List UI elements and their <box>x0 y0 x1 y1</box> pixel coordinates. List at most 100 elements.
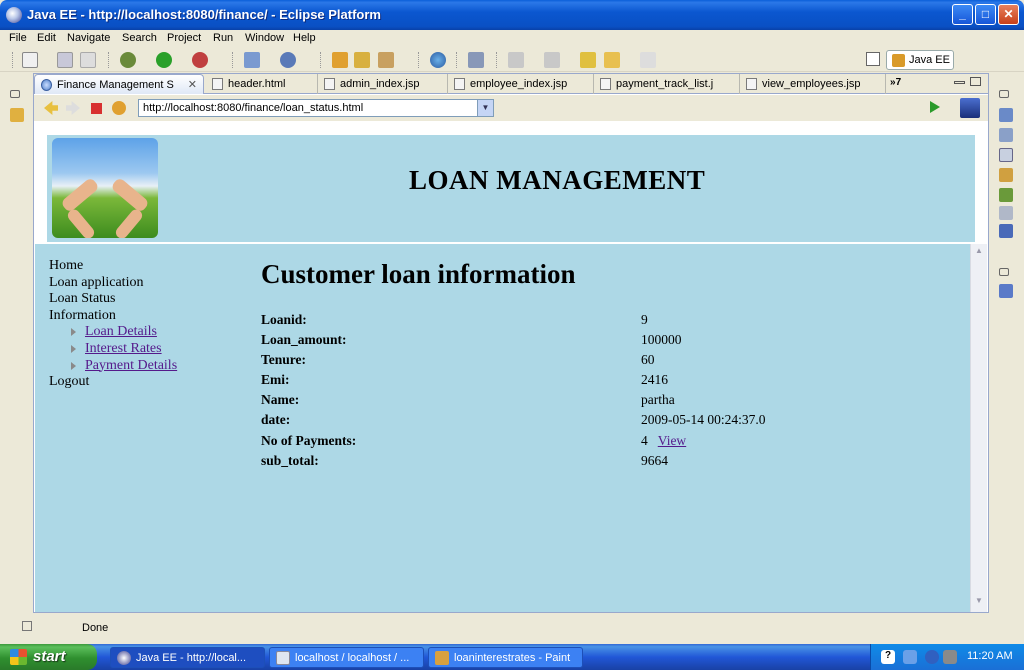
scroll-up-icon[interactable]: ▲ <box>973 246 985 258</box>
vertical-scrollbar[interactable]: ▲ ▼ <box>970 244 987 612</box>
stop-icon[interactable] <box>91 103 102 114</box>
save-icon[interactable] <box>57 52 73 68</box>
interest-rates-link[interactable]: Interest Rates <box>85 341 162 356</box>
network-icon[interactable] <box>903 650 917 664</box>
url-input[interactable]: http://localhost:8080/finance/loan_statu… <box>138 99 494 117</box>
go-icon[interactable] <box>930 101 940 113</box>
console-icon[interactable] <box>999 148 1013 162</box>
menu-navigate[interactable]: Navigate <box>67 32 110 44</box>
file-icon <box>454 78 465 90</box>
status-text: Done <box>82 622 109 634</box>
start-button[interactable]: start <box>0 644 97 670</box>
info-label: Name: <box>261 392 300 408</box>
restore-icon[interactable] <box>10 90 20 98</box>
restore-icon[interactable] <box>999 90 1009 98</box>
close-tab-icon[interactable]: ✕ <box>188 78 197 91</box>
menu-edit[interactable]: Edit <box>37 32 56 44</box>
info-row: sub_total: 9664 <box>261 453 861 473</box>
nav-home[interactable]: Home <box>49 258 177 275</box>
tab-header-html[interactable]: header.html <box>206 74 318 94</box>
maximize-editor-icon[interactable] <box>970 77 981 86</box>
perspective-java-ee[interactable]: Java EE <box>886 50 954 70</box>
menu-project[interactable]: Project <box>167 32 201 44</box>
open-folder-icon[interactable] <box>354 52 370 68</box>
last-edit-icon[interactable] <box>580 52 596 68</box>
servers-icon[interactable] <box>999 168 1013 182</box>
hierarchy-icon[interactable] <box>999 284 1013 298</box>
tasks-icon[interactable] <box>999 128 1013 142</box>
minimize-editor-icon[interactable] <box>954 81 965 84</box>
snippets-icon[interactable] <box>999 206 1013 220</box>
forward-icon[interactable] <box>640 52 656 68</box>
pen-icon[interactable] <box>468 52 484 68</box>
external-tools-icon[interactable] <box>192 52 208 68</box>
menu-bar: File Edit Navigate Search Project Run Wi… <box>0 30 1024 48</box>
refresh-icon[interactable] <box>112 101 126 115</box>
info-row: No of Payments: 4 View <box>261 433 861 453</box>
back-icon[interactable] <box>604 52 620 68</box>
menu-run[interactable]: Run <box>213 32 233 44</box>
tab-finance-management[interactable]: Finance Management S ✕ <box>34 74 204 94</box>
info-label: Tenure: <box>261 352 307 368</box>
run-icon[interactable] <box>156 52 172 68</box>
editor-tabs: Finance Management S ✕ header.html admin… <box>34 74 988 94</box>
menu-file[interactable]: File <box>9 32 27 44</box>
view-payments-link[interactable]: View <box>658 433 686 448</box>
globe-icon[interactable] <box>430 52 446 68</box>
tab-payment-track-list[interactable]: payment_track_list.j <box>594 74 740 94</box>
data-source-icon[interactable] <box>999 188 1013 202</box>
fast-view-icon[interactable] <box>22 621 32 631</box>
maximize-button[interactable]: □ <box>975 4 996 25</box>
task-localhost[interactable]: localhost / localhost / ... <box>269 647 424 668</box>
task-eclipse[interactable]: Java EE - http://local... <box>110 647 265 668</box>
info-value: 9664 <box>641 452 668 468</box>
print-icon[interactable] <box>80 52 96 68</box>
task-paint[interactable]: loaninterestrates - Paint <box>428 647 583 668</box>
task-label: localhost / localhost / ... <box>295 652 410 664</box>
url-text: http://localhost:8080/finance/loan_statu… <box>143 102 364 114</box>
info-value-with-link: 4 View <box>641 433 686 449</box>
menu-help[interactable]: Help <box>293 32 316 44</box>
next-annotation-icon[interactable] <box>508 52 524 68</box>
back-icon[interactable] <box>44 101 58 115</box>
search-icon[interactable] <box>378 52 394 68</box>
new-server-icon[interactable] <box>244 52 260 68</box>
problems-icon[interactable] <box>999 224 1013 238</box>
outline-icon[interactable] <box>999 108 1013 122</box>
nav-information[interactable]: Information <box>49 308 177 325</box>
speaker-icon[interactable] <box>943 650 957 664</box>
loan-details-link[interactable]: Loan Details <box>85 324 157 339</box>
tab-view-employees[interactable]: view_employees.jsp <box>740 74 886 94</box>
menu-search[interactable]: Search <box>122 32 157 44</box>
tab-label: payment_track_list.j <box>616 78 714 90</box>
minimize-button[interactable]: _ <box>952 4 973 25</box>
menu-window[interactable]: Window <box>245 32 284 44</box>
left-trim <box>6 78 28 613</box>
debug-icon[interactable] <box>120 52 136 68</box>
chevron-down-icon[interactable]: ▼ <box>477 100 493 116</box>
browser-window-icon <box>276 651 290 665</box>
project-explorer-icon[interactable] <box>10 108 24 122</box>
new-icon[interactable] <box>22 52 38 68</box>
restore-icon[interactable] <box>999 268 1009 276</box>
payment-details-link[interactable]: Payment Details <box>85 358 177 373</box>
new-web-service-icon[interactable] <box>280 52 296 68</box>
back-arrow-icon[interactable] <box>925 650 939 664</box>
nav-loan-application[interactable]: Loan application <box>49 275 177 292</box>
tab-admin-index[interactable]: admin_index.jsp <box>318 74 448 94</box>
nav-logout[interactable]: Logout <box>49 374 177 391</box>
info-label: date: <box>261 412 291 428</box>
tab-employee-index[interactable]: employee_index.jsp <box>448 74 594 94</box>
open-perspective-icon[interactable] <box>866 52 880 66</box>
left-navigation: Home Loan application Loan Status Inform… <box>49 258 177 391</box>
help-icon[interactable]: ? <box>881 650 895 664</box>
scroll-down-icon[interactable]: ▼ <box>973 596 985 608</box>
forward-icon[interactable] <box>66 101 80 115</box>
close-button[interactable]: ✕ <box>998 4 1019 25</box>
tab-overflow[interactable]: »7 <box>890 77 901 88</box>
open-browser-icon[interactable] <box>960 98 980 118</box>
prev-annotation-icon[interactable] <box>544 52 560 68</box>
open-type-icon[interactable] <box>332 52 348 68</box>
nav-loan-status[interactable]: Loan Status <box>49 291 177 308</box>
page-header: LOAN MANAGEMENT <box>47 135 975 242</box>
